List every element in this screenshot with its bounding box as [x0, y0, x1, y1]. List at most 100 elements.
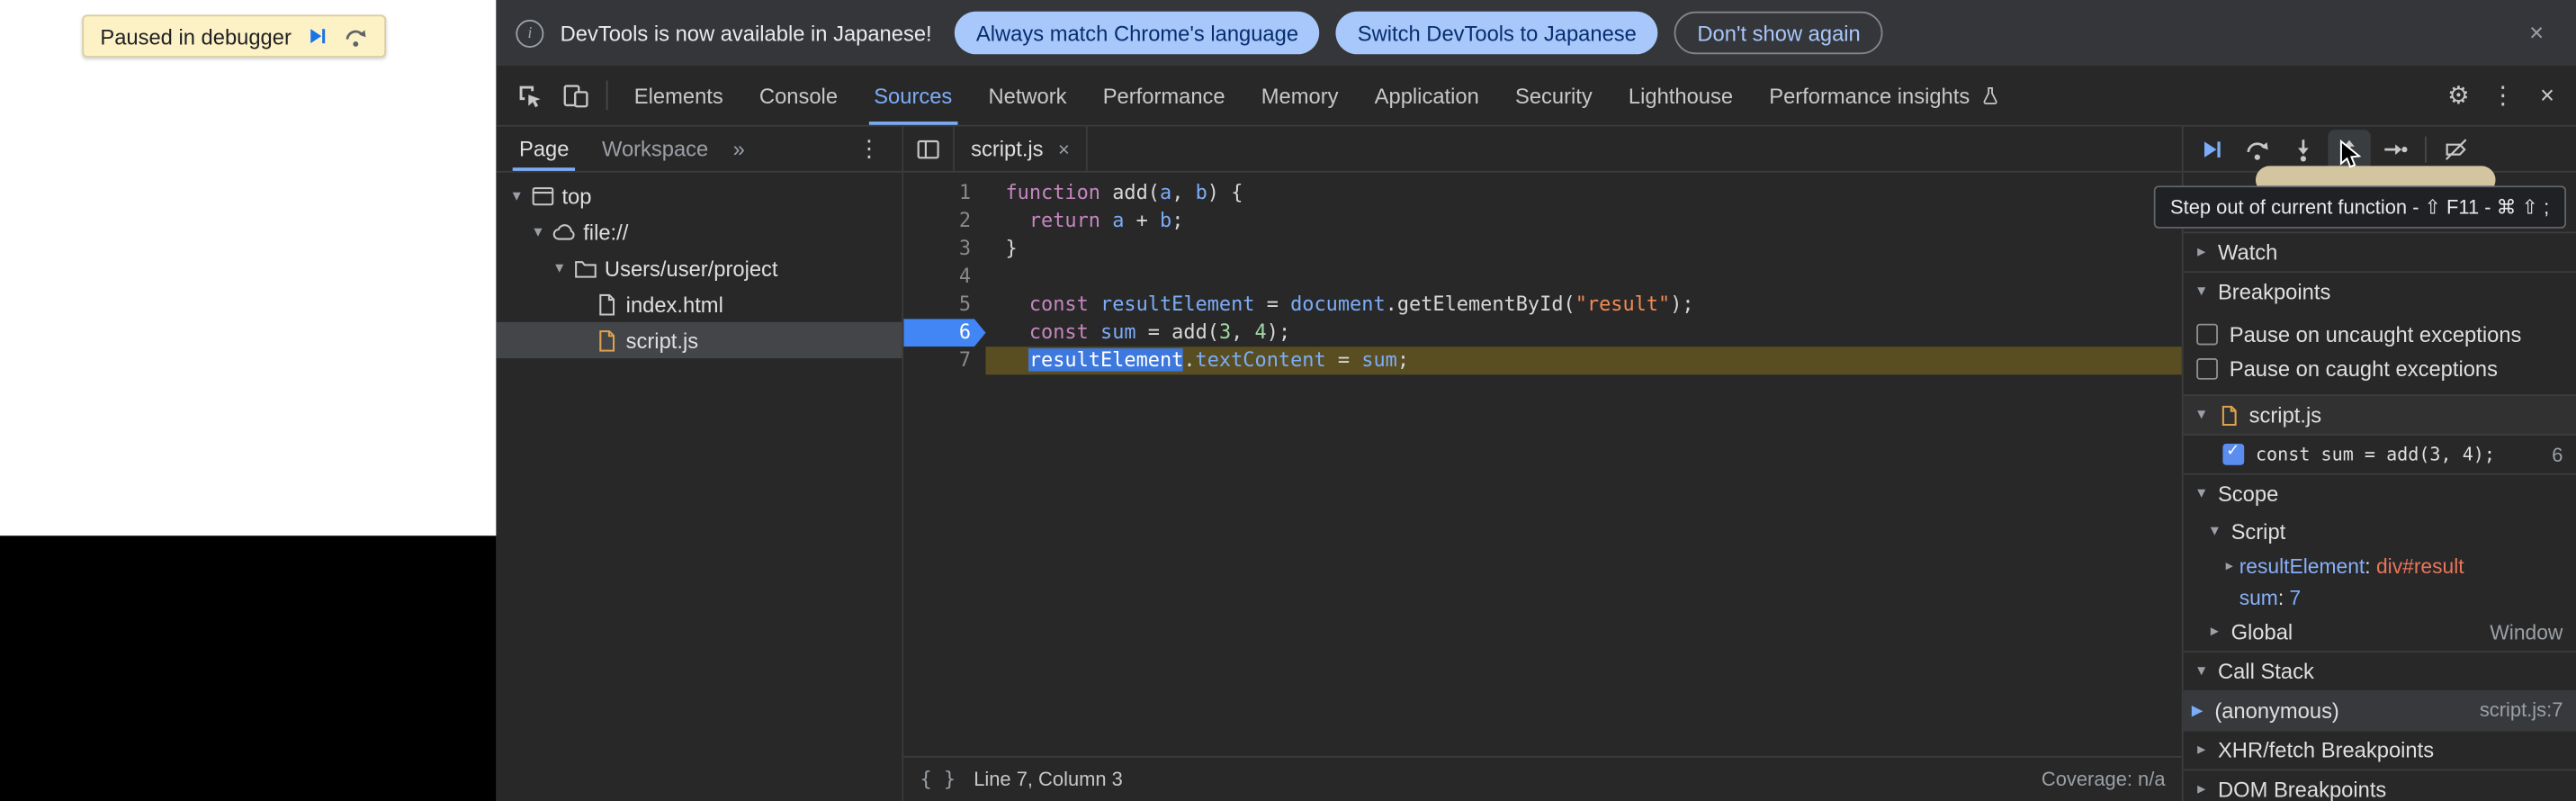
tab-label: Console: [759, 83, 838, 107]
line-number[interactable]: 7: [903, 346, 985, 374]
infobar-message: DevTools is now available in Japanese!: [561, 21, 932, 45]
tab-network[interactable]: Network: [970, 66, 1084, 125]
global-value: Window: [2490, 620, 2563, 644]
navigator-toggle-icon[interactable]: [903, 127, 953, 171]
var-name: resultElement: [2239, 554, 2365, 578]
more-options-kebab-icon[interactable]: ⋮: [2481, 80, 2525, 110]
switch-devtools-to-japanese-button[interactable]: Switch DevTools to Japanese: [1336, 12, 1658, 54]
tree-item-file-[interactable]: ▾file://: [496, 213, 902, 249]
breakpoint-entry[interactable]: const sum = add(3, 4); 6: [2184, 436, 2576, 473]
inspect-element-icon[interactable]: [506, 74, 552, 116]
code-line-4[interactable]: 4: [903, 263, 2182, 291]
infobar-close-icon[interactable]: ×: [2517, 19, 2556, 47]
scope-var-resultelement[interactable]: ▸ resultElement: div#result: [2184, 551, 2576, 582]
pause-caught-row[interactable]: Pause on caught exceptions: [2184, 352, 2576, 386]
watch-label: Watch: [2218, 240, 2277, 265]
deactivate-breakpoints-button[interactable]: [2435, 129, 2477, 168]
resume-button[interactable]: [2190, 129, 2232, 168]
scope-global-group[interactable]: ▸ Global Window: [2184, 613, 2576, 651]
always-match-chrome-s-language-button[interactable]: Always match Chrome's language: [955, 12, 1320, 54]
debugged-page: Paused in debugger: [0, 0, 496, 801]
tree-item-label: script.js: [623, 328, 698, 352]
code-line-text: const resultElement = document.getElemen…: [986, 291, 2182, 319]
tree-item-top[interactable]: ▾top: [496, 177, 902, 213]
tab-security[interactable]: Security: [1497, 66, 1611, 125]
breakpoint-file-group[interactable]: ▾ script.js: [2184, 394, 2576, 436]
code-line-7[interactable]: 7 resultElement.textContent = sum;: [903, 346, 2182, 374]
resume-script-icon[interactable]: [306, 24, 329, 48]
xhr-breakpoints-section-header[interactable]: ▸ XHR/fetch Breakpoints: [2184, 730, 2576, 770]
code-line-2[interactable]: 2 return a + b;: [903, 207, 2182, 235]
navigator-kebab-icon[interactable]: ⋮: [843, 135, 895, 163]
tree-item-index-html[interactable]: index.html: [496, 286, 902, 322]
scope-var-sum[interactable]: sum: 7: [2184, 581, 2576, 613]
line-number[interactable]: 1: [903, 179, 985, 207]
pause-uncaught-row[interactable]: Pause on uncaught exceptions: [2184, 317, 2576, 351]
tab-elements[interactable]: Elements: [616, 66, 741, 125]
call-stack-section-header[interactable]: ▾ Call Stack: [2184, 651, 2576, 690]
breakpoint-checkbox[interactable]: [2222, 444, 2244, 465]
step-out-button[interactable]: [2328, 129, 2370, 168]
step-over-button[interactable]: [2236, 129, 2278, 168]
line-number[interactable]: 2: [903, 207, 985, 235]
cloud-icon: [549, 220, 580, 244]
breakpoint-marker[interactable]: 6: [903, 319, 985, 346]
code-line-6[interactable]: 6 const sum = add(3, 4);: [903, 319, 2182, 346]
code-line-5[interactable]: 5 const resultElement = document.getElem…: [903, 291, 2182, 319]
tab-application[interactable]: Application: [1357, 66, 1497, 125]
tab-performance[interactable]: Performance: [1085, 66, 1243, 125]
tab-console[interactable]: Console: [741, 66, 856, 125]
pause-caught-label: Pause on caught exceptions: [2230, 356, 2498, 381]
controls-separator: [2425, 136, 2427, 162]
breakpoint-code: const sum = add(3, 4);: [2256, 444, 2540, 465]
don-t-show-again-button[interactable]: Don't show again: [1674, 12, 1883, 54]
tree-item-users-user-project[interactable]: ▾Users/user/project: [496, 250, 902, 286]
tab-sources[interactable]: Sources: [856, 66, 970, 125]
chevron-down-icon: ▾: [506, 186, 527, 204]
chevron-down-icon: ▾: [2194, 662, 2210, 680]
code-line-3[interactable]: 3}: [903, 235, 2182, 263]
dom-breakpoints-section-header[interactable]: ▸ DOM Breakpoints: [2184, 770, 2576, 801]
watch-section-header[interactable]: ▸ Watch: [2184, 231, 2576, 271]
paused-badge-label: Paused in debugger: [100, 23, 291, 48]
line-number[interactable]: 4: [903, 263, 985, 291]
js-file-icon: [2218, 403, 2241, 427]
line-number[interactable]: 5: [903, 291, 985, 319]
pretty-print-icon[interactable]: { }: [920, 768, 956, 791]
tab-label: Performance: [1103, 83, 1225, 107]
code-editor[interactable]: 1function add(a, b) {2 return a + b;3}45…: [903, 173, 2182, 755]
tab-label: Security: [1515, 83, 1593, 107]
step-into-button[interactable]: [2282, 129, 2324, 168]
tab-performance-insights[interactable]: Performance insights: [1751, 66, 2019, 125]
var-value: div#result: [2376, 554, 2464, 578]
breakpoints-section-header[interactable]: ▾ Breakpoints: [2184, 271, 2576, 310]
folder-icon: [570, 256, 602, 280]
more-tabs-chevron-icon[interactable]: »: [725, 137, 753, 161]
code-line-text: [986, 263, 2182, 291]
tab-memory[interactable]: Memory: [1243, 66, 1357, 125]
editor-tab-scriptjs[interactable]: script.js ×: [953, 127, 1088, 171]
step-over-next-icon[interactable]: [344, 23, 368, 48]
navigator-pane: Page Workspace » ⋮ ▾top▾file://▾Users/us…: [496, 127, 903, 801]
call-stack-frame[interactable]: ▶ (anonymous) script.js:7: [2184, 690, 2576, 730]
line-number[interactable]: 3: [903, 235, 985, 263]
tab-workspace[interactable]: Workspace: [586, 127, 725, 171]
editor-tab-label: script.js: [971, 137, 1043, 161]
editor-statusbar: { } Line 7, Column 3 Coverage: n/a: [903, 755, 2182, 801]
pause-caught-checkbox[interactable]: [2196, 358, 2218, 380]
scope-global-label: Global: [2231, 619, 2293, 644]
tree-item-script-js[interactable]: script.js: [496, 322, 902, 358]
tab-close-icon[interactable]: ×: [1058, 137, 1070, 160]
close-devtools-icon[interactable]: ×: [2525, 81, 2569, 109]
pause-uncaught-checkbox[interactable]: [2196, 324, 2218, 346]
tab-page[interactable]: Page: [503, 127, 586, 171]
step-button[interactable]: [2374, 129, 2416, 168]
scope-script-group[interactable]: ▾ Script: [2184, 513, 2576, 551]
scope-section-header[interactable]: ▾ Scope: [2184, 473, 2576, 513]
chevron-down-icon: ▾: [2194, 406, 2210, 424]
settings-gear-icon[interactable]: ⚙: [2437, 80, 2481, 110]
tab-lighthouse[interactable]: Lighthouse: [1611, 66, 1751, 125]
code-line-1[interactable]: 1function add(a, b) {: [903, 179, 2182, 207]
device-toolbar-icon[interactable]: [552, 74, 598, 116]
tab-label: Performance insights: [1769, 83, 1970, 107]
